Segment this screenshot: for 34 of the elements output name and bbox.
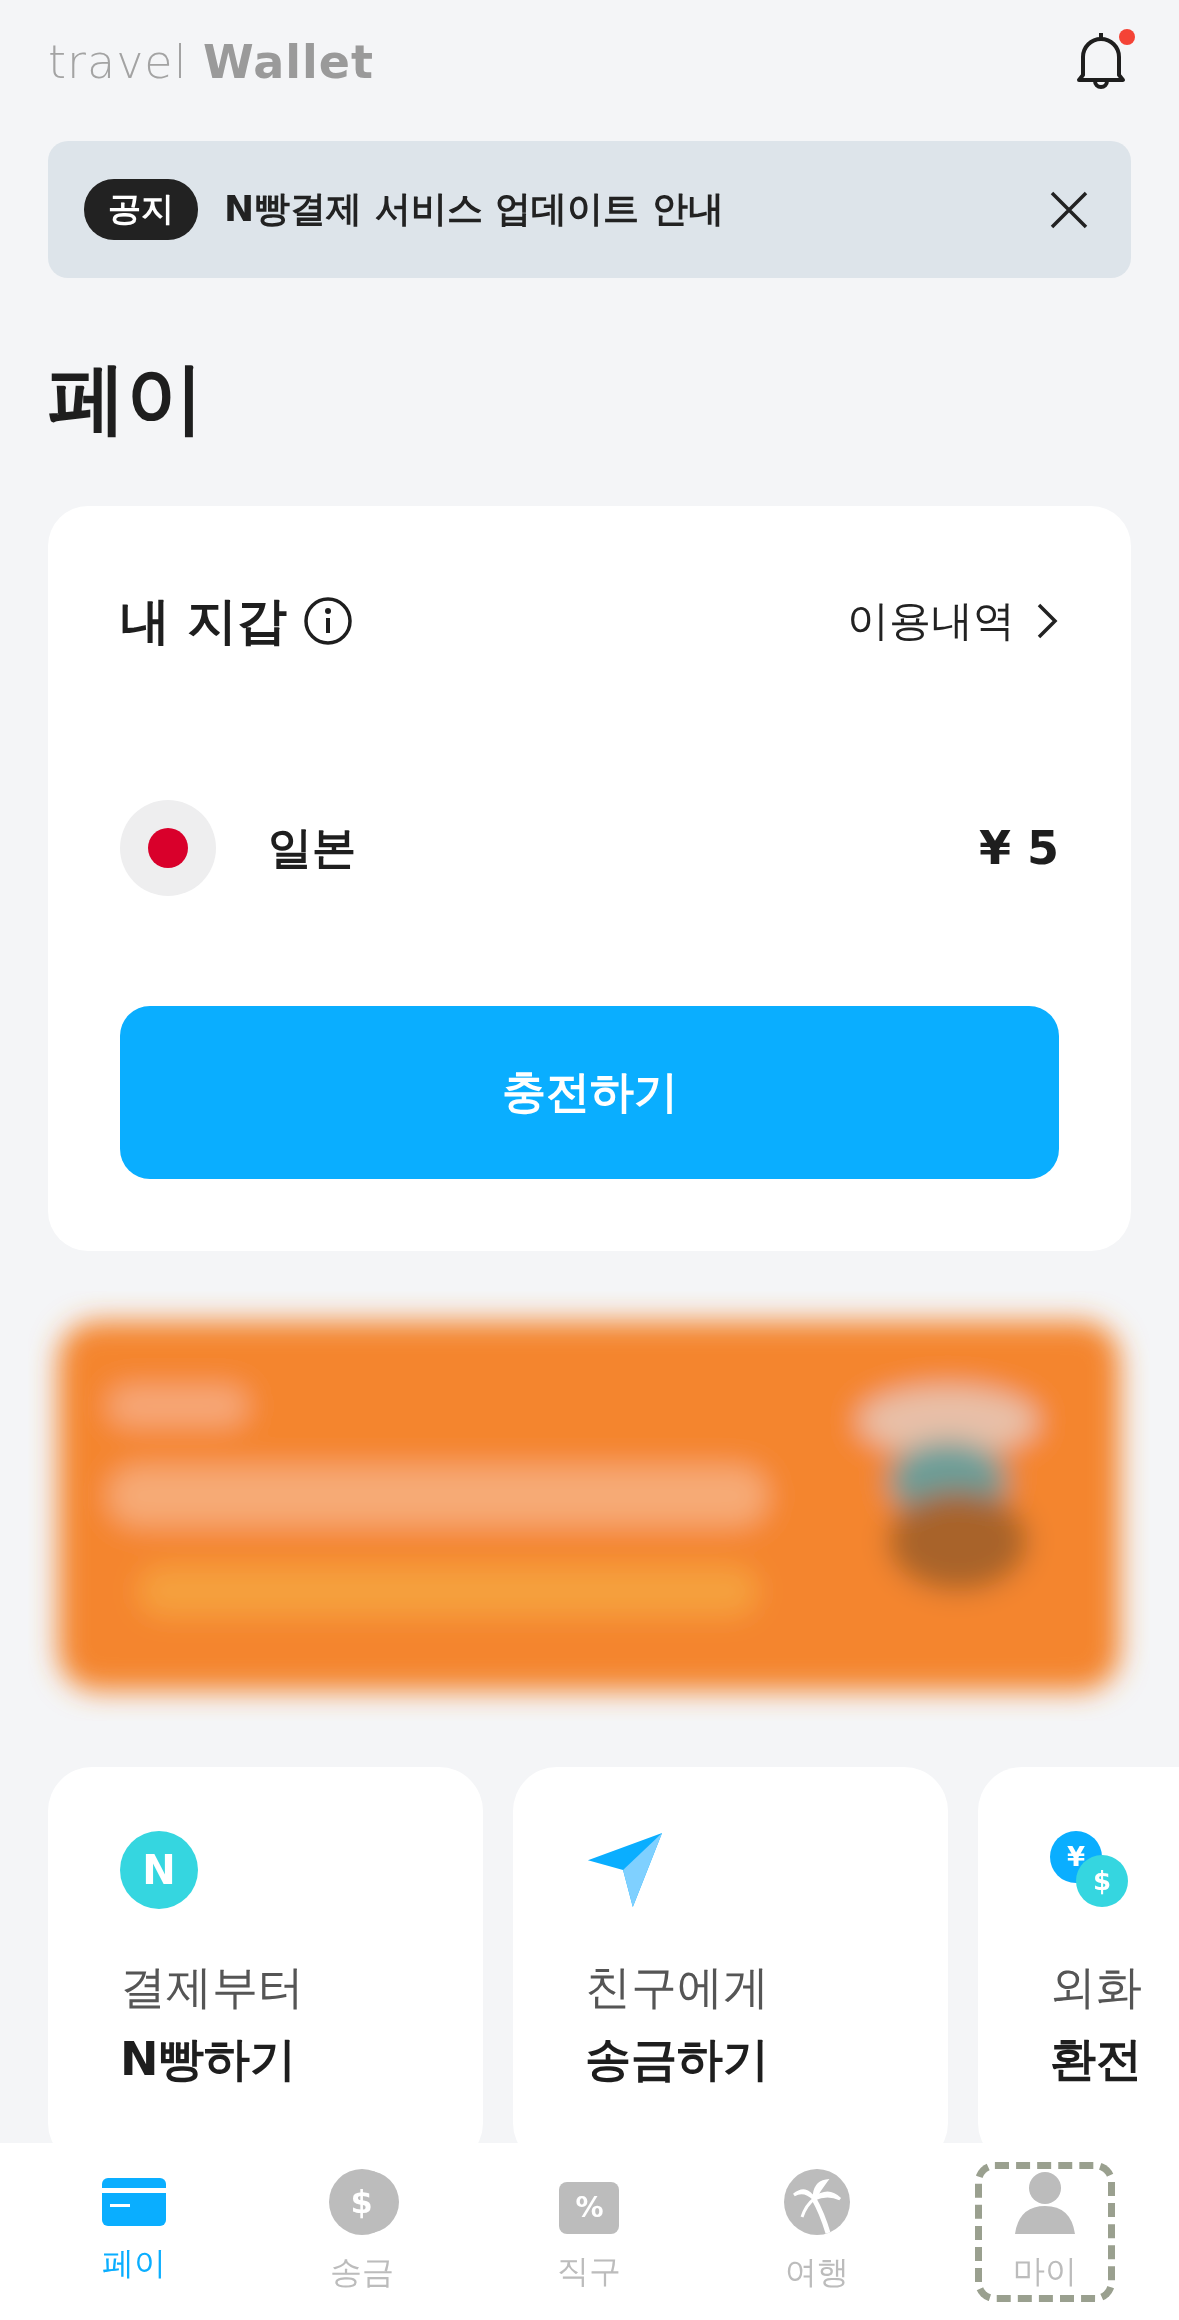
nav-tab[interactable]: 마이	[975, 2161, 1116, 2302]
service-subtitle: 결제부터	[120, 1959, 304, 2015]
currency-country: 일본	[268, 820, 356, 875]
nav-tab[interactable]: 여행	[747, 2161, 888, 2302]
service-card[interactable]: ¥ $ 외화 환전	[978, 1767, 1179, 2143]
page-title: 페이	[48, 352, 205, 445]
service-subtitle: 외화	[1050, 1959, 1142, 2015]
card-icon	[101, 2177, 166, 2226]
charge-button[interactable]: 충전하기	[120, 1006, 1059, 1179]
notice-badge: 공지	[84, 179, 198, 240]
close-icon	[1049, 189, 1089, 230]
shopping-bag-icon: %	[559, 2181, 620, 2234]
history-link[interactable]: 이용내역	[847, 593, 1059, 649]
info-icon[interactable]	[303, 596, 354, 646]
notice-banner[interactable]: 공지 N빵결제 서비스 업데이트 안내	[48, 141, 1131, 278]
app-logo: travel Wallet	[48, 34, 374, 89]
service-title: 환전	[1050, 2031, 1142, 2087]
notice-text: N빵결제 서비스 업데이트 안내	[224, 187, 725, 231]
service-subtitle: 친구에게	[585, 1959, 769, 2015]
service-card[interactable]: 친구에게 송금하기	[513, 1767, 948, 2143]
service-title: N빵하기	[120, 2031, 297, 2087]
service-title: 송금하기	[585, 2031, 769, 2087]
coin-icon: $	[328, 2168, 395, 2235]
palm-tree-icon	[784, 2168, 851, 2235]
nav-tab[interactable]: $ 송금	[291, 2161, 432, 2302]
person-icon	[1015, 2169, 1076, 2234]
nav-tab[interactable]: 페이	[63, 2161, 204, 2302]
chevron-right-icon	[1035, 601, 1059, 641]
japan-flag-icon	[120, 800, 216, 896]
service-card[interactable]: N 결제부터 N빵하기	[48, 1767, 483, 2143]
n-badge-icon: N	[120, 1831, 198, 1909]
nav-tab[interactable]: % 직구	[519, 2161, 660, 2302]
wallet-title: 내 지갑	[120, 590, 288, 652]
balance-amount: ¥ 5	[978, 821, 1059, 875]
